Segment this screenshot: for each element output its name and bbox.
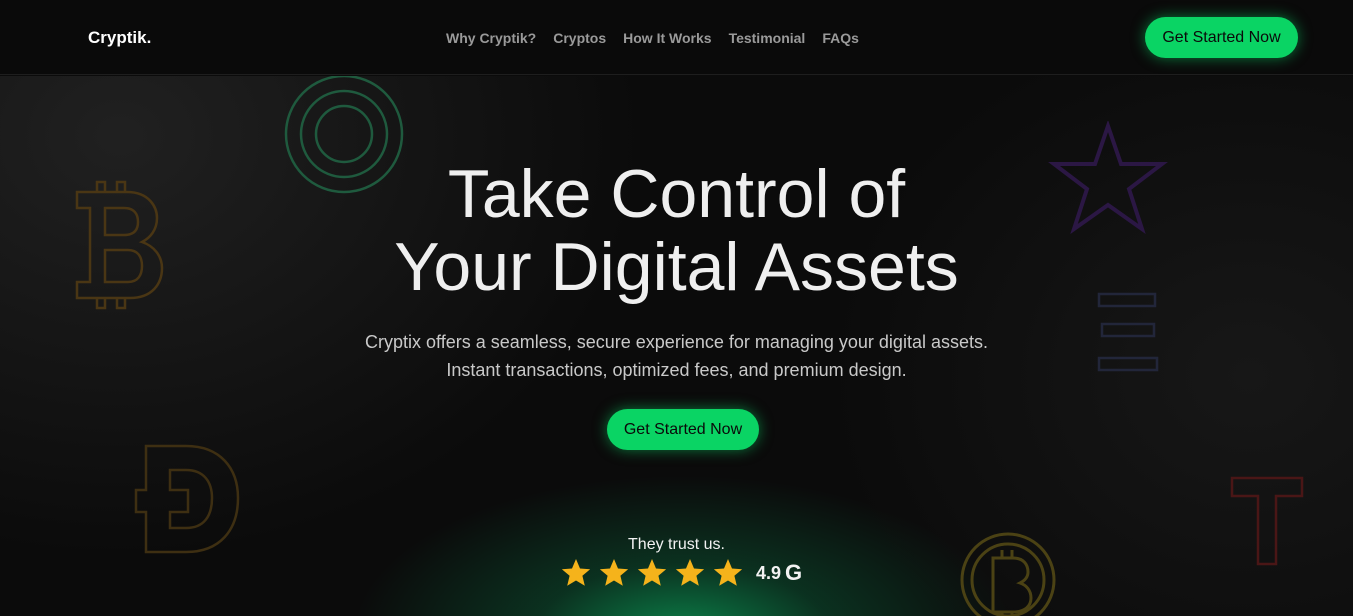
star-icon — [713, 559, 743, 586]
rating-row: 4.9 G — [560, 557, 802, 589]
star-icon — [561, 559, 591, 586]
navbar: Cryptik. Why Cryptik? Cryptos How It Wor… — [0, 0, 1353, 75]
google-icon: G — [785, 560, 803, 585]
hero-subtitle-line-1: Cryptix offers a seamless, secure experi… — [365, 332, 988, 352]
hero-title: Take Control of Your Digital Assets — [0, 158, 1353, 304]
hero-subtitle-line-2: Instant transactions, optimized fees, an… — [446, 360, 907, 380]
brand-logo[interactable]: Cryptik. — [88, 28, 151, 48]
nav-link-why-cryptik[interactable]: Why Cryptik? — [446, 30, 536, 46]
hero-section: Take Control of Your Digital Assets Cryp… — [0, 76, 1353, 616]
rating-value: 4.9 — [756, 562, 782, 583]
hero-title-line-2: Your Digital Assets — [394, 229, 959, 305]
nav-link-how-it-works[interactable]: How It Works — [623, 30, 711, 46]
tether-icon — [1230, 476, 1304, 566]
star-icon — [637, 559, 667, 586]
star-icon — [675, 559, 705, 586]
star-icon — [599, 559, 629, 586]
nav-links: Why Cryptik? Cryptos How It Works Testim… — [446, 30, 876, 46]
hero-title-line-1: Take Control of — [447, 156, 906, 232]
hero-get-started-button[interactable]: Get Started Now — [607, 409, 759, 450]
nav-get-started-button[interactable]: Get Started Now — [1145, 17, 1298, 58]
nav-link-faqs[interactable]: FAQs — [822, 30, 859, 46]
nav-link-testimonial[interactable]: Testimonial — [729, 30, 806, 46]
trust-label: They trust us. — [628, 536, 725, 553]
hero-subtitle: Cryptix offers a seamless, secure experi… — [0, 328, 1353, 384]
nav-link-cryptos[interactable]: Cryptos — [553, 30, 606, 46]
